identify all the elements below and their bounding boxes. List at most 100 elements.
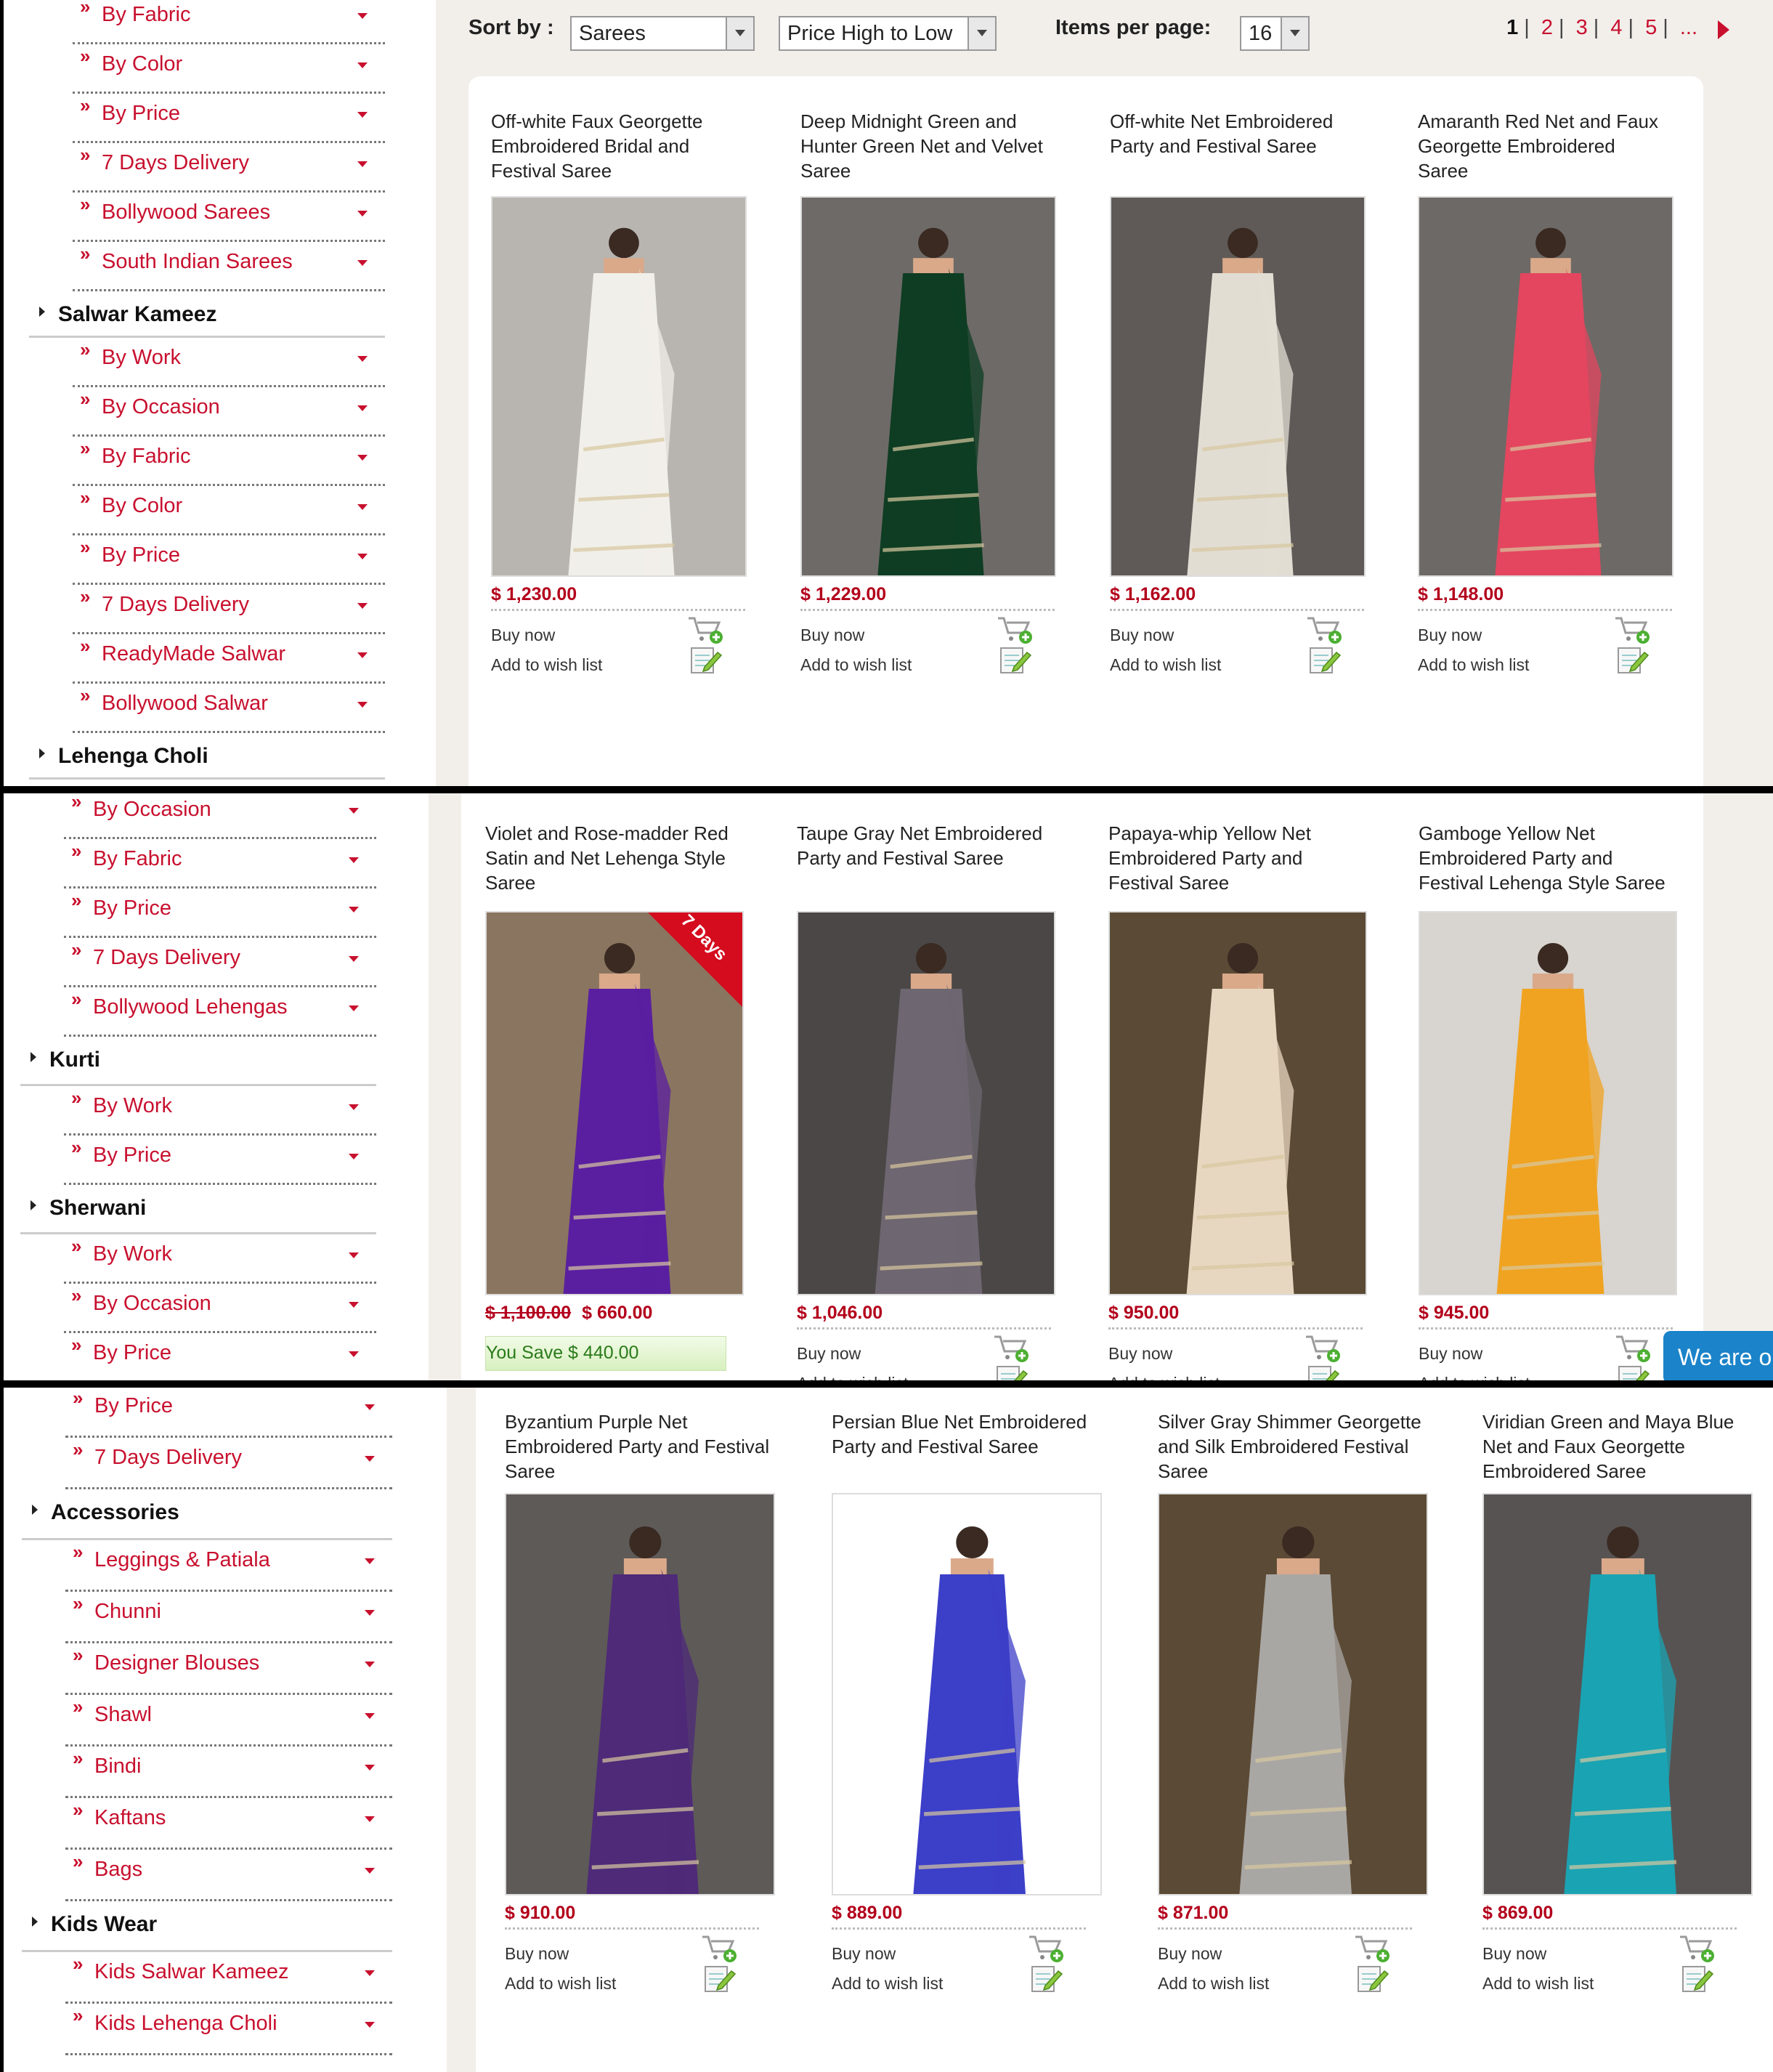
product-title[interactable]: Off-white Faux Georgette Embroidered Bri…	[491, 109, 744, 183]
wish-list-row[interactable]: Add to wish list	[800, 647, 1055, 684]
dropdown-caret-icon[interactable]	[357, 13, 368, 19]
expand-arrow-icon[interactable]	[31, 1052, 36, 1062]
product-title[interactable]: Papaya-whip Yellow Net Embroidered Party…	[1108, 821, 1364, 895]
buy-now-row[interactable]: Buy now	[1158, 1927, 1412, 1963]
product-image[interactable]	[505, 1493, 775, 1895]
dropdown-caret-icon[interactable]	[365, 1816, 375, 1822]
product-image[interactable]	[797, 911, 1055, 1295]
wish-list-row[interactable]: Add to wish list	[1158, 1966, 1412, 2003]
add-to-cart-icon[interactable]	[1028, 1933, 1064, 1964]
dropdown-caret-icon[interactable]	[349, 1351, 359, 1357]
add-to-cart-icon[interactable]	[1615, 1332, 1651, 1364]
wish-list-row[interactable]: Add to wish list	[1108, 1366, 1363, 1380]
sidebar-subitem[interactable]: » Kids Salwar Kameez	[65, 1950, 392, 2004]
buy-now-link[interactable]: Buy now	[505, 1944, 569, 1964]
sidebar-subitem[interactable]: » 7 Days Delivery	[65, 1436, 392, 1489]
product-image[interactable]	[491, 196, 747, 577]
add-to-wish-list-link[interactable]: Add to wish list	[1419, 1374, 1530, 1380]
sidebar-subitem[interactable]: » Designer Blouses	[65, 1641, 392, 1695]
dropdown-caret-icon[interactable]	[357, 702, 368, 708]
buy-now-row[interactable]: Buy now	[1419, 1327, 1673, 1363]
buy-now-link[interactable]: Buy now	[832, 1944, 896, 1964]
dropdown-caret-icon[interactable]	[357, 554, 368, 559]
dropdown-caret-icon[interactable]	[349, 1252, 359, 1258]
sidebar-subitem[interactable]: » By Work	[73, 336, 385, 387]
product-image[interactable]	[1108, 911, 1367, 1295]
product-title[interactable]: Silver Gray Shimmer Georgette and Silk E…	[1158, 1409, 1425, 1484]
sidebar-subitem[interactable]: » By Price	[64, 1133, 376, 1185]
sidebar-subitem[interactable]: » By Price	[64, 1331, 376, 1380]
dropdown-caret-icon[interactable]	[357, 504, 368, 510]
product-image[interactable]	[1482, 1493, 1753, 1895]
buy-now-row[interactable]: Buy now	[491, 609, 745, 644]
wish-list-icon[interactable]	[1354, 1962, 1390, 1994]
product-title[interactable]: Taupe Gray Net Embroidered Party and Fes…	[797, 821, 1052, 870]
sidebar-subitem[interactable]: » By Price	[73, 533, 385, 585]
wish-list-row[interactable]: Add to wish list	[1110, 647, 1364, 684]
buy-now-link[interactable]: Buy now	[491, 626, 555, 645]
wish-list-row[interactable]: Add to wish list	[1419, 1366, 1673, 1380]
add-to-wish-list-link[interactable]: Add to wish list	[1108, 1374, 1220, 1380]
add-to-cart-icon[interactable]	[997, 614, 1033, 646]
buy-now-link[interactable]: Buy now	[1158, 1944, 1222, 1964]
sidebar-subitem[interactable]: » By Fabric	[64, 837, 376, 889]
expand-arrow-icon[interactable]	[39, 748, 45, 758]
sidebar-subitem[interactable]: » By Occasion	[64, 793, 376, 839]
wish-list-row[interactable]: Add to wish list	[505, 1966, 759, 2003]
product-title[interactable]: Amaranth Red Net and Faux Georgette Embr…	[1418, 109, 1671, 183]
sidebar-subitem[interactable]: » By Price	[64, 886, 376, 938]
dropdown-caret-icon[interactable]	[365, 1404, 375, 1410]
add-to-wish-list-link[interactable]: Add to wish list	[1158, 1974, 1269, 1994]
add-to-cart-icon[interactable]	[701, 1933, 737, 1964]
sidebar-subitem[interactable]: » Shawl	[65, 1693, 392, 1747]
dropdown-caret-icon[interactable]	[349, 857, 359, 863]
sidebar-subitem[interactable]: » By Color	[73, 484, 385, 535]
product-image[interactable]	[1110, 196, 1366, 577]
dropdown-caret-icon[interactable]	[357, 405, 368, 411]
sidebar-subitem[interactable]: » By Work	[64, 1232, 376, 1284]
dropdown-caret-icon[interactable]	[365, 1970, 375, 1976]
wish-list-icon[interactable]	[1305, 1362, 1341, 1380]
dropdown-caret-icon[interactable]	[349, 1104, 359, 1110]
product-image[interactable]	[1158, 1493, 1428, 1895]
sidebar-subitem[interactable]: » By Price	[73, 92, 385, 143]
sidebar-subitem[interactable]: » Bollywood Sarees	[73, 190, 385, 242]
sidebar-subitem[interactable]: » By Price	[65, 1388, 392, 1438]
sidebar-category[interactable]: Kids Wear	[22, 1899, 392, 1952]
buy-now-row[interactable]: Buy now	[1110, 609, 1364, 644]
dropdown-caret-icon[interactable]	[349, 907, 359, 912]
sidebar-subitem[interactable]: » Bindi	[65, 1744, 392, 1798]
add-to-cart-icon[interactable]	[993, 1332, 1029, 1364]
wish-list-icon[interactable]	[1614, 644, 1650, 676]
wish-list-row[interactable]: Add to wish list	[491, 647, 745, 684]
dropdown-caret-icon[interactable]	[349, 808, 359, 814]
dropdown-caret-icon[interactable]	[365, 1662, 375, 1667]
add-to-wish-list-link[interactable]: Add to wish list	[1418, 655, 1529, 675]
wish-list-row[interactable]: Add to wish list	[797, 1366, 1051, 1380]
buy-now-row[interactable]: Buy now	[1418, 609, 1672, 644]
product-image[interactable]	[1418, 196, 1673, 577]
product-title[interactable]: Viridian Green and Maya Blue Net and Fau…	[1482, 1409, 1750, 1484]
product-image[interactable]	[800, 196, 1056, 577]
add-to-wish-list-link[interactable]: Add to wish list	[1110, 655, 1221, 675]
dropdown-caret-icon[interactable]	[349, 1005, 359, 1011]
buy-now-row[interactable]: Buy now	[800, 609, 1055, 644]
add-to-wish-list-link[interactable]: Add to wish list	[832, 1974, 943, 1994]
dropdown-caret-icon[interactable]	[349, 1302, 359, 1308]
expand-arrow-icon[interactable]	[31, 1200, 36, 1210]
dropdown-caret-icon[interactable]	[365, 1713, 375, 1719]
product-title[interactable]: Gamboge Yellow Net Embroidered Party and…	[1419, 821, 1674, 895]
dropdown-caret-icon[interactable]	[357, 652, 368, 658]
product-title[interactable]: Violet and Rose-madder Red Satin and Net…	[485, 821, 741, 895]
expand-arrow-icon[interactable]	[32, 1917, 38, 1927]
dropdown-caret-icon[interactable]	[357, 260, 368, 266]
wish-list-icon[interactable]	[1615, 1362, 1651, 1380]
wish-list-icon[interactable]	[701, 1962, 737, 1994]
buy-now-row[interactable]: Buy now	[1108, 1327, 1363, 1363]
sidebar-subitem[interactable]: » 7 Days Delivery	[64, 936, 376, 987]
wish-list-row[interactable]: Add to wish list	[1418, 647, 1672, 684]
add-to-cart-icon[interactable]	[1354, 1933, 1390, 1964]
dropdown-caret-icon[interactable]	[349, 956, 359, 962]
buy-now-row[interactable]: Buy now	[797, 1327, 1051, 1363]
wish-list-icon[interactable]	[997, 644, 1033, 676]
